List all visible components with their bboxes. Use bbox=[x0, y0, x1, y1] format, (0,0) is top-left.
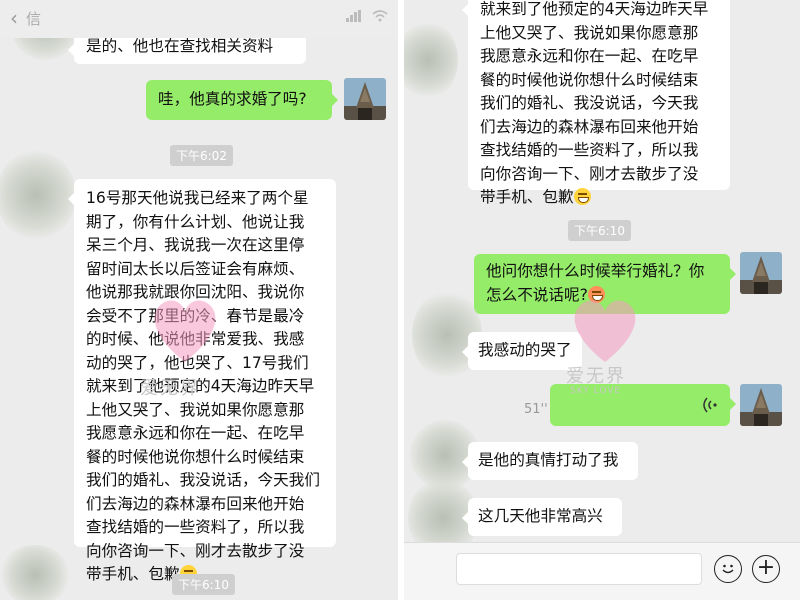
voice-duration: 51'' bbox=[524, 402, 548, 417]
message-text: 他问你想什么时候举行婚礼？你 怎么不说话呢? bbox=[486, 262, 705, 304]
timestamp: 下午6:10 bbox=[172, 574, 235, 595]
message-text: 这几天他非常高兴 bbox=[478, 507, 603, 525]
right-chat-screenshot: 就来到了他预定的4天海边昨天早 上他又哭了、我说如果你愿意那 我愿意永远和你在一起、… bbox=[404, 0, 800, 600]
blurred-avatar bbox=[0, 150, 76, 240]
temple-photo-icon bbox=[740, 384, 782, 426]
message-bubble-received: 这几天他非常高兴 bbox=[462, 498, 622, 536]
message-bubble-sent: 哇，他真的求婚了吗? bbox=[146, 80, 338, 120]
input-bar: + bbox=[404, 542, 800, 600]
timestamp: 下午6:02 bbox=[170, 145, 233, 166]
status-icons bbox=[346, 10, 388, 22]
message-line: 向你咨询一下、刚才去散步了没 bbox=[480, 164, 699, 183]
blurred-avatar bbox=[0, 545, 70, 600]
message-line: 们去海边的森林瀑布回来他开始 bbox=[86, 494, 305, 513]
message-line: 带手机、包歉 bbox=[480, 186, 718, 210]
message-text: 是的、他也在查找相关资料 bbox=[86, 37, 274, 55]
message-line: 动的哭了，他也哭了、17号我们 bbox=[86, 353, 309, 372]
message-line: 上他又哭了、我说如果你愿意那 bbox=[480, 23, 699, 42]
message-line: 就来到了他预定的4天海边昨天早 bbox=[480, 0, 709, 18]
message-bubble-received: 是他的真情打动了我 bbox=[462, 442, 638, 480]
avatar[interactable] bbox=[344, 78, 386, 120]
left-chat-screenshot: ‹ 信 是的、他也在查找相关资料 哇，他真的求婚了吗? 下午6:02 16号那天… bbox=[0, 0, 398, 600]
message-line: 查找结婚的一些资料了，所以我 bbox=[480, 141, 699, 159]
message-line: 留时间太长以后签证会有麻烦、 bbox=[86, 259, 305, 278]
blurred-avatar bbox=[404, 20, 458, 100]
message-line: 餐的时候他说你想什么时候结束 bbox=[480, 70, 699, 89]
message-line: 他说那我就跟你回沈阳、我说你 bbox=[86, 283, 305, 301]
message-line: 我们的婚礼、我没说话，今天我 bbox=[480, 94, 699, 112]
avatar[interactable] bbox=[740, 384, 782, 426]
long-message-text: 就来到了他预定的4天海边昨天早 上他又哭了、我说如果你愿意那 我愿意永远和你在一起、… bbox=[480, 0, 718, 210]
back-arrow-icon[interactable]: ‹ bbox=[10, 8, 24, 28]
message-bubble-sent: 他问你想什么时候举行婚礼？你 怎么不说话呢? bbox=[474, 254, 736, 314]
message-line: 向你咨询一下、刚才去散步了没 bbox=[86, 541, 305, 560]
message-line: 16号那天他说我已经来了两个星 bbox=[86, 189, 309, 207]
signal-icon bbox=[346, 10, 361, 22]
wifi-icon bbox=[372, 10, 388, 22]
avatar[interactable] bbox=[740, 252, 782, 294]
temple-photo-icon bbox=[740, 252, 782, 294]
smiley-icon bbox=[721, 564, 734, 574]
grin-emoji-icon bbox=[573, 188, 591, 205]
message-bubble-received: 我感动的哭了 bbox=[462, 332, 582, 370]
message-line: 的时候、他说他非常爱我、我感 bbox=[86, 330, 305, 348]
message-line: 餐的时候他说你想什么时候结束 bbox=[86, 447, 305, 466]
voice-wave-icon bbox=[703, 397, 717, 413]
status-bar: ‹ 信 bbox=[0, 0, 398, 38]
message-text: 我感动的哭了 bbox=[478, 341, 572, 359]
message-line: 们去海边的森林瀑布回来他开始 bbox=[480, 117, 699, 136]
plus-icon: + bbox=[756, 555, 776, 580]
message-line: 就来到了他预定的4天海边昨天早 bbox=[86, 377, 315, 395]
message-line: 我愿意永远和你在一起、在吃早 bbox=[480, 47, 699, 65]
long-message-text: 16号那天他说我已经来了两个星 期了，你有什么计划、他说让我 呆三个月、我说我一次在… bbox=[86, 187, 324, 587]
emoji-button[interactable] bbox=[714, 555, 742, 583]
message-line: 上他又哭了、我说如果你愿意那 bbox=[86, 400, 305, 419]
message-text: 哇，他真的求婚了吗? bbox=[158, 90, 307, 108]
add-button[interactable]: + bbox=[752, 555, 780, 583]
message-input[interactable] bbox=[456, 553, 702, 585]
message-line: 会受不了那里的冷、春节是最冷 bbox=[86, 306, 305, 325]
temple-photo-icon bbox=[344, 78, 386, 120]
message-line: 我们的婚礼、我没说话，今天我们 bbox=[86, 471, 320, 489]
blush-emoji-icon bbox=[587, 285, 605, 303]
message-line: 呆三个月、我说我一次在这里停 bbox=[86, 236, 305, 254]
message-line: 我愿意永远和你在一起、在吃早 bbox=[86, 424, 305, 442]
message-text: 是他的真情打动了我 bbox=[478, 451, 619, 469]
message-bubble-received: 16号那天他说我已经来了两个星 期了，你有什么计划、他说让我 呆三个月、我说我一次在… bbox=[68, 179, 336, 583]
back-label[interactable]: 信 bbox=[26, 8, 41, 29]
message-line: 期了，你有什么计划、他说让我 bbox=[86, 212, 305, 231]
timestamp: 下午6:10 bbox=[568, 220, 631, 241]
message-bubble-received: 就来到了他预定的4天海边昨天早 上他又哭了、我说如果你愿意那 我愿意永远和你在一起、… bbox=[462, 0, 730, 206]
message-line: 查找结婚的一些资料了，所以我 bbox=[86, 518, 305, 536]
